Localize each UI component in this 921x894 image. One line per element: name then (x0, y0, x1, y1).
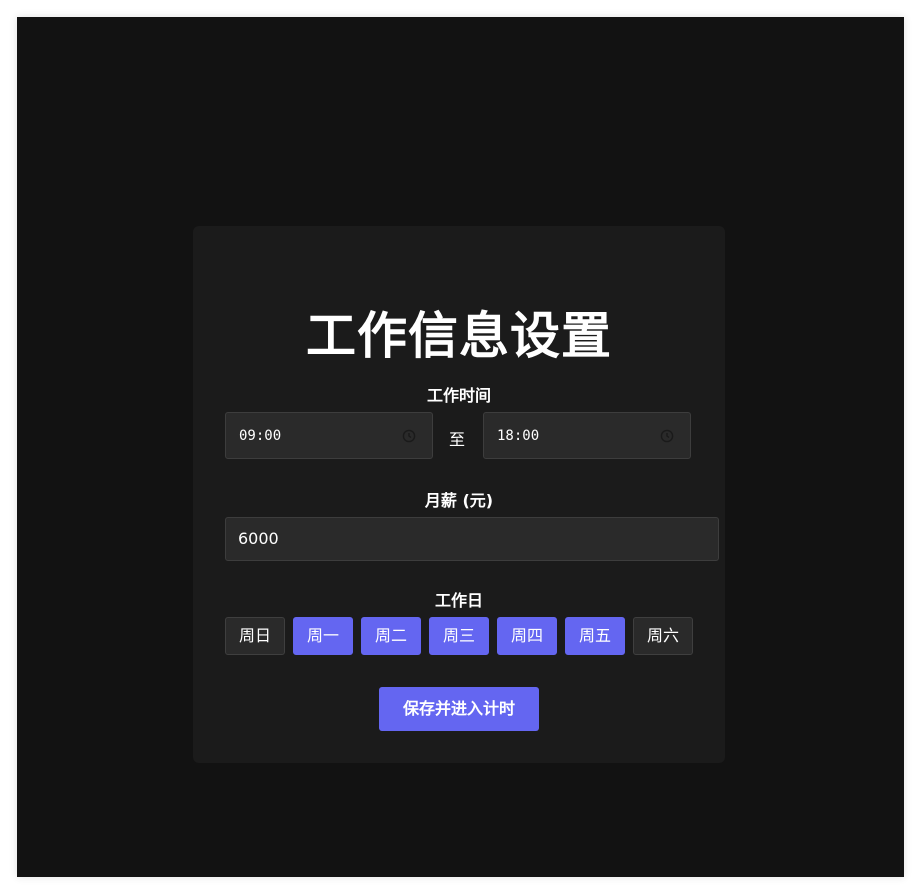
day-button-wednesday[interactable]: 周三 (429, 617, 489, 655)
app-frame: 工作信息设置 工作时间 09:00 至 18:00 月薪 (元) 6000 工作… (17, 17, 904, 877)
settings-card: 工作信息设置 工作时间 09:00 至 18:00 月薪 (元) 6000 工作… (193, 226, 725, 763)
clock-icon[interactable] (660, 429, 674, 443)
day-button-friday[interactable]: 周五 (565, 617, 625, 655)
end-time-value: 18:00 (497, 428, 540, 444)
save-and-start-button[interactable]: 保存并进入计时 (379, 687, 539, 731)
day-button-monday[interactable]: 周一 (293, 617, 353, 655)
time-range-separator: 至 (449, 430, 466, 449)
workday-selector: 周日 周一 周二 周三 周四 周五 周六 (225, 617, 695, 655)
start-time-input[interactable]: 09:00 (225, 412, 433, 459)
end-time-input[interactable]: 18:00 (483, 412, 691, 459)
salary-label: 月薪 (元) (424, 491, 494, 510)
day-button-saturday[interactable]: 周六 (633, 617, 693, 655)
day-button-tuesday[interactable]: 周二 (361, 617, 421, 655)
page-title: 工作信息设置 (306, 307, 612, 365)
day-button-sunday[interactable]: 周日 (225, 617, 285, 655)
clock-icon[interactable] (402, 429, 416, 443)
day-button-thursday[interactable]: 周四 (497, 617, 557, 655)
work-time-label: 工作时间 (426, 386, 491, 405)
start-time-value: 09:00 (239, 428, 282, 444)
salary-input[interactable]: 6000 (225, 517, 719, 561)
workdays-label: 工作日 (434, 591, 483, 610)
